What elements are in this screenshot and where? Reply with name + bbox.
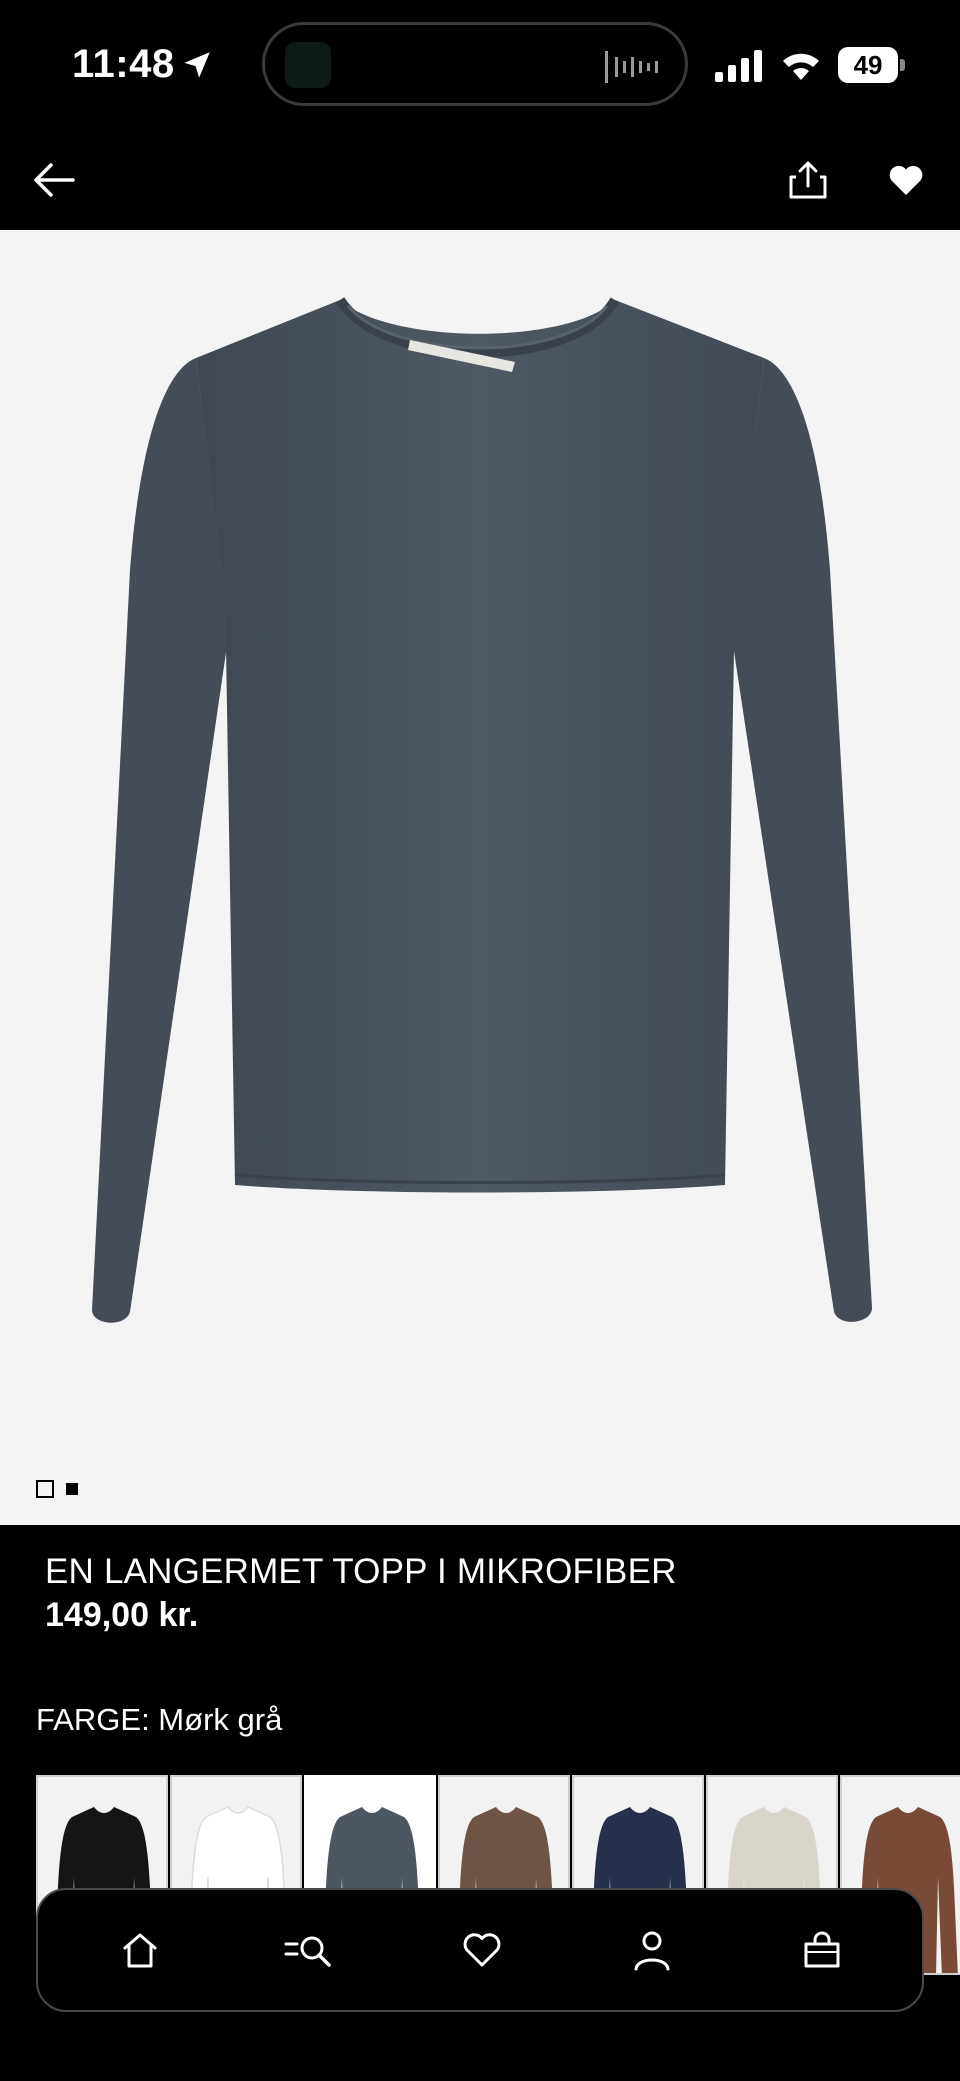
- home-icon: [123, 1933, 157, 1968]
- share-icon: [789, 161, 827, 199]
- status-time: 11:48: [72, 42, 175, 86]
- heart-filled-icon: [889, 165, 923, 195]
- dynamic-island: [262, 22, 688, 106]
- tab-bag[interactable]: [792, 1920, 852, 1980]
- status-bar: 11:48 49: [0, 0, 960, 130]
- product-price: 149,00 kr.: [45, 1596, 199, 1634]
- gallery-pagination: [36, 1478, 78, 1500]
- tab-account[interactable]: [622, 1920, 682, 1980]
- favorite-button[interactable]: [876, 150, 936, 210]
- battery-nub: [900, 59, 905, 71]
- color-label: FARGE: Mørk grå: [36, 1702, 283, 1737]
- bottom-tab-bar: [36, 1888, 924, 2012]
- gallery-dot-2[interactable]: [66, 1483, 78, 1495]
- search-menu-icon: [284, 1936, 331, 1967]
- product-photo-garment: [92, 297, 872, 1323]
- product-title: EN LANGERMET TOPP I MIKROFIBER: [45, 1552, 677, 1591]
- tab-home[interactable]: [110, 1920, 170, 1980]
- share-button[interactable]: [778, 150, 838, 210]
- battery-level: 49: [853, 50, 883, 80]
- arrow-left-icon: [34, 163, 75, 197]
- bag-icon: [804, 1931, 840, 1968]
- heart-outline-icon: [463, 1933, 501, 1967]
- battery-icon: 49: [838, 47, 906, 83]
- signal-icon: [715, 50, 762, 82]
- gallery-dot-1[interactable]: [36, 1480, 54, 1498]
- tab-search[interactable]: [280, 1920, 340, 1980]
- location-arrow-icon: [184, 52, 210, 78]
- island-app-icon: [285, 42, 331, 88]
- account-icon: [634, 1931, 670, 1971]
- wifi-icon: [783, 53, 819, 80]
- tab-favorites[interactable]: [452, 1920, 512, 1980]
- product-image[interactable]: [0, 230, 960, 1525]
- back-button[interactable]: [24, 150, 84, 210]
- audio-wave-icon: [605, 51, 658, 83]
